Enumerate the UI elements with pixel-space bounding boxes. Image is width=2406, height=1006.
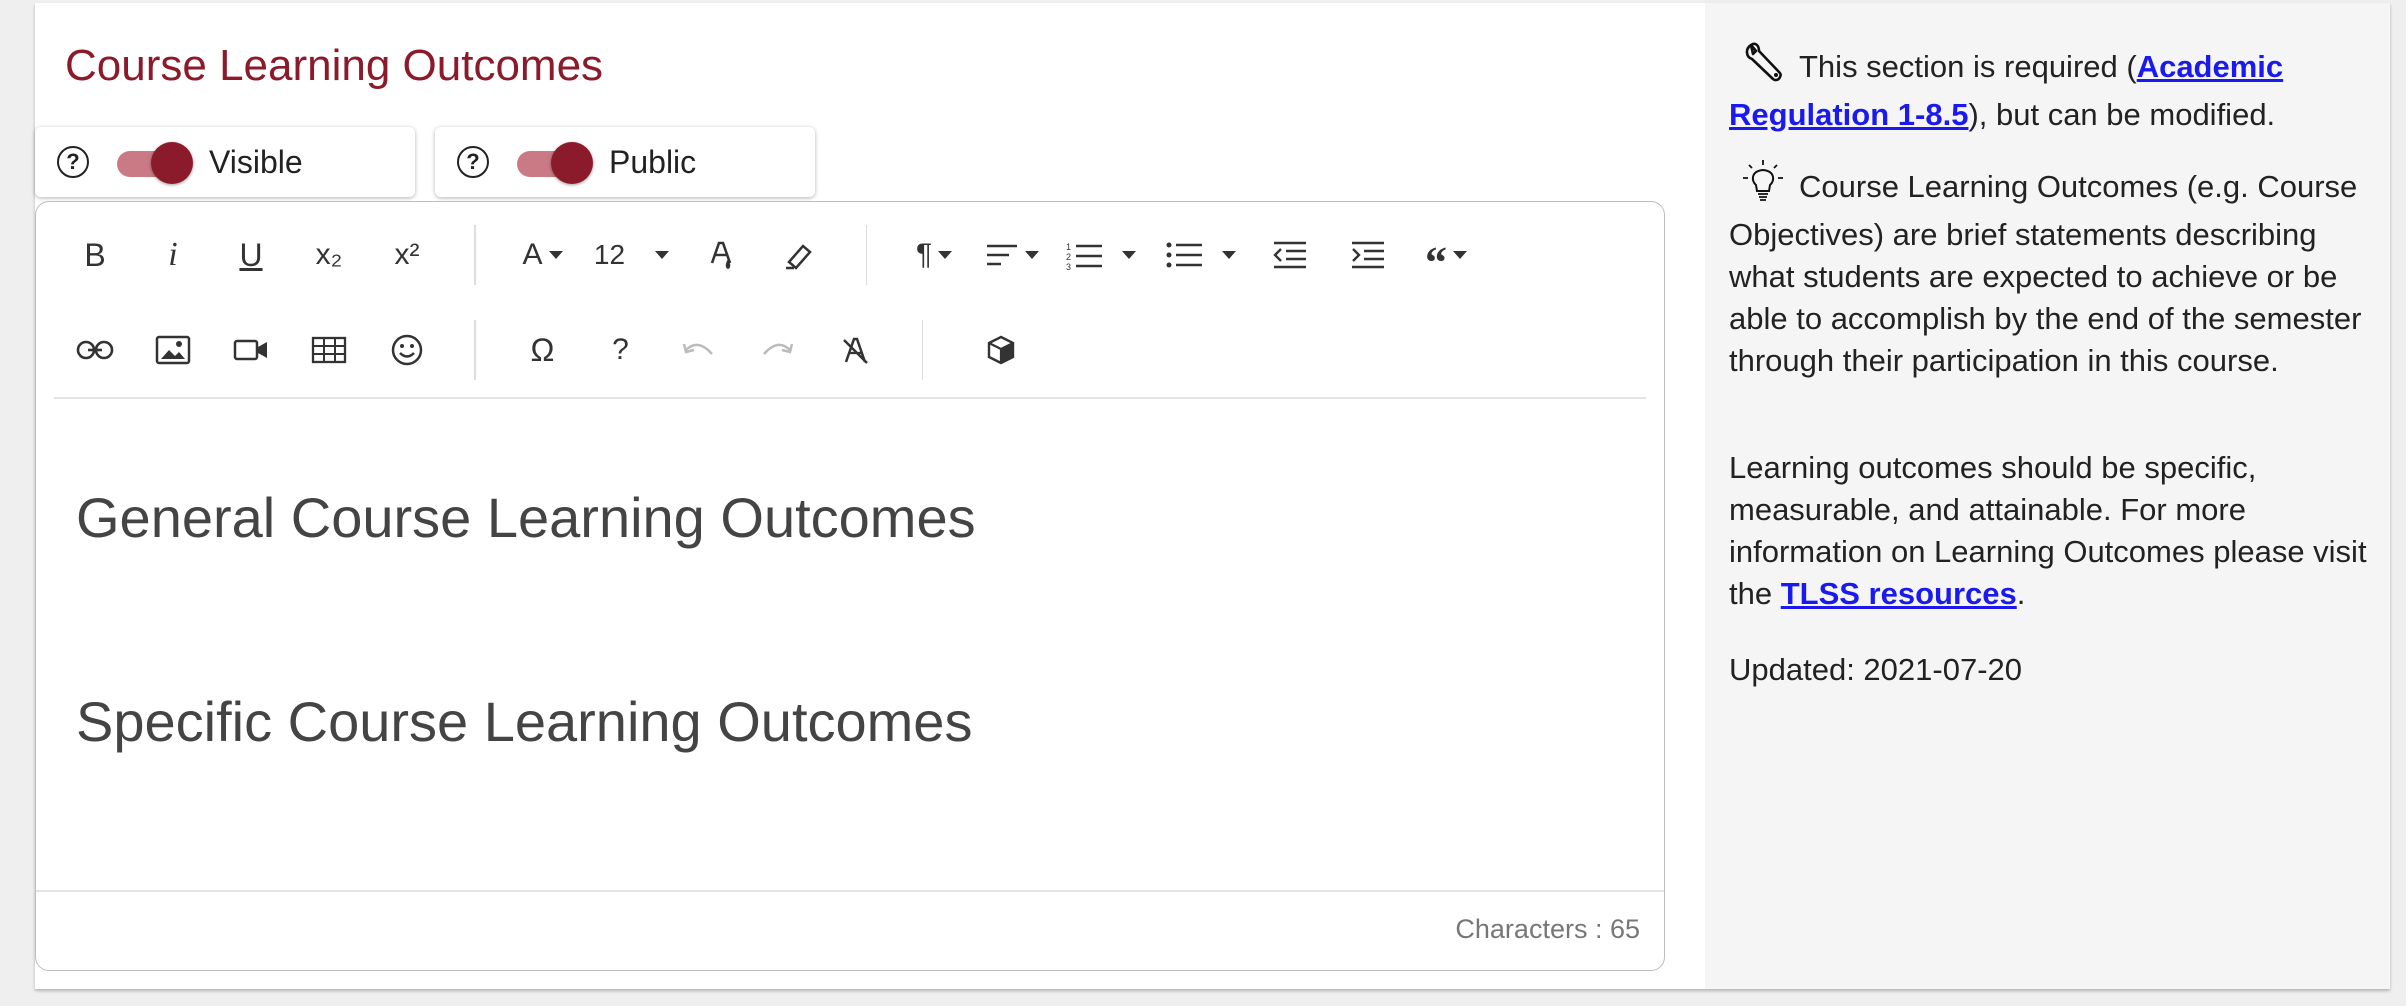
chevron-down-icon — [938, 251, 953, 259]
required-notice: This section is required (Academic Regul… — [1729, 39, 2379, 136]
chevron-down-icon — [655, 251, 670, 259]
special-characters-button[interactable]: Ω — [504, 320, 582, 380]
emoticon-icon — [391, 334, 423, 366]
superscript-button[interactable]: x² — [368, 225, 446, 285]
help-icon[interactable]: ? — [57, 146, 89, 178]
visible-label: Visible — [209, 143, 303, 180]
table-icon — [311, 336, 347, 364]
section-card: Course Learning Outcomes ? Visible ? Pub… — [35, 3, 2390, 989]
font-family-icon: A — [522, 238, 543, 271]
embed-button[interactable] — [951, 320, 1051, 380]
help-icon: ? — [612, 333, 629, 366]
chevron-down-icon — [1122, 251, 1136, 259]
undo-icon — [682, 343, 713, 355]
help-icon[interactable]: ? — [457, 146, 489, 178]
bold-button[interactable]: B — [56, 225, 134, 285]
image-icon — [155, 335, 191, 365]
toolbar-separator — [474, 320, 476, 380]
unordered-list-icon — [1166, 242, 1202, 268]
font-size-value: 12 — [593, 239, 626, 270]
chevron-down-icon — [1222, 251, 1236, 259]
undo-button[interactable] — [660, 320, 738, 380]
subscript-button[interactable]: x₂ — [290, 225, 368, 285]
guidance-suffix: . — [2016, 576, 2026, 611]
insert-image-button[interactable] — [134, 320, 212, 380]
toolbar-row-1: B i U x₂ x² A 12 ¶ 1 2 3 “ — [56, 220, 1485, 290]
quote-button[interactable]: “ — [1407, 225, 1485, 287]
underline-button[interactable]: U — [212, 225, 290, 285]
toolbar-separator — [921, 320, 923, 380]
toolbar-row-2: Ω ? — [56, 315, 1051, 385]
redo-icon — [762, 343, 793, 355]
video-icon — [233, 339, 267, 361]
ordered-list-icon: 123 — [1066, 242, 1102, 270]
quote-icon: “ — [1425, 237, 1447, 287]
visible-switch[interactable] — [117, 142, 193, 184]
svg-text:2: 2 — [1066, 252, 1071, 262]
svg-text:3: 3 — [1066, 262, 1071, 270]
page-title: Course Learning Outcomes — [65, 41, 604, 90]
content-heading-specific[interactable]: Specific Course Learning Outcomes — [76, 689, 972, 754]
italic-button[interactable]: i — [134, 225, 212, 285]
indent-button[interactable] — [1329, 225, 1407, 285]
unordered-list-button[interactable] — [1151, 225, 1251, 285]
toolbar-divider — [54, 397, 1646, 399]
outdent-button[interactable] — [1251, 225, 1329, 285]
font-size-button[interactable]: 12 — [582, 225, 682, 285]
description-text: Course Learning Outcomes (e.g. Course Ob… — [1729, 159, 2379, 382]
insert-emoticon-button[interactable] — [368, 320, 446, 380]
required-prefix: This section is required ( — [1799, 49, 2137, 84]
description-body: Course Learning Outcomes (e.g. Course Ob… — [1729, 169, 2362, 378]
special-characters-icon: Ω — [530, 331, 555, 368]
insert-video-button[interactable] — [212, 320, 290, 380]
toolbar-separator — [865, 225, 867, 285]
visible-toggle-chip: ? Visible — [35, 127, 415, 197]
wrench-icon — [1741, 39, 1785, 94]
paragraph-format-icon: ¶ — [915, 238, 933, 271]
guidance-text: Learning outcomes should be specific, me… — [1729, 447, 2379, 615]
public-toggle-chip: ? Public — [435, 127, 815, 197]
highlight-icon — [785, 244, 812, 270]
highlight-button[interactable] — [760, 225, 838, 285]
public-label: Public — [609, 143, 697, 180]
switch-thumb — [551, 142, 593, 184]
chevron-down-icon — [548, 251, 563, 259]
toolbar-separator — [474, 225, 476, 285]
ordered-list-button[interactable]: 123 — [1051, 225, 1151, 285]
text-color-icon — [710, 241, 731, 269]
align-icon — [987, 244, 1017, 266]
insert-table-button[interactable] — [290, 320, 368, 380]
editor-footer-divider — [36, 890, 1664, 892]
chevron-down-icon — [1025, 251, 1039, 259]
updated-date: Updated: 2021-07-20 — [1729, 652, 2023, 687]
insert-link-button[interactable] — [56, 320, 134, 380]
content-heading-general[interactable]: General Course Learning Outcomes — [76, 485, 976, 550]
public-switch[interactable] — [517, 142, 593, 184]
indent-icon — [1352, 241, 1384, 269]
text-color-button[interactable] — [682, 225, 760, 285]
lightbulb-icon — [1741, 159, 1785, 214]
link-icon — [76, 340, 114, 360]
paragraph-format-button[interactable]: ¶ — [895, 225, 973, 285]
chevron-down-icon — [1453, 251, 1467, 259]
guidance-sidebar: This section is required (Academic Regul… — [1705, 3, 2390, 989]
character-count: Characters : 65 — [1455, 914, 1640, 944]
embed-icon — [987, 335, 1015, 365]
outdent-icon — [1273, 241, 1306, 269]
required-suffix: ), but can be modified. — [1968, 97, 2276, 132]
help-button[interactable]: ? — [582, 320, 660, 380]
redo-button[interactable] — [738, 320, 816, 380]
align-button[interactable] — [973, 225, 1051, 285]
tlss-resources-link[interactable]: TLSS resources — [1781, 576, 2017, 611]
clear-formatting-icon — [842, 337, 868, 364]
svg-text:1: 1 — [1066, 242, 1071, 252]
font-family-button[interactable]: A — [504, 225, 582, 285]
switch-thumb — [151, 142, 193, 184]
clear-formatting-button[interactable] — [816, 320, 894, 380]
rich-text-editor: B i U x₂ x² A 12 ¶ 1 2 3 “ Ω ? General C… — [35, 201, 1665, 971]
